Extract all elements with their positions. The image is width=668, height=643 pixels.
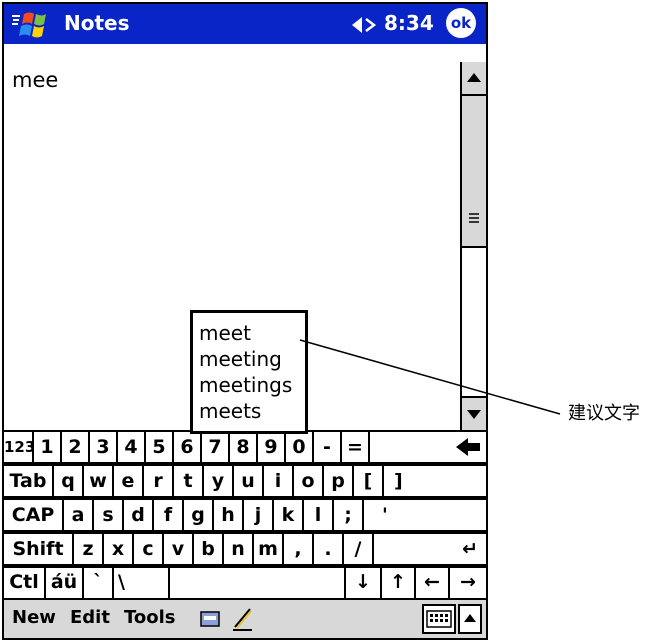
key-international[interactable]: áü (46, 568, 84, 598)
clock[interactable]: 8:34 (384, 10, 434, 36)
key-a[interactable]: a (64, 500, 94, 532)
key-equals[interactable]: = (342, 432, 370, 464)
key-semicolon[interactable]: ; (334, 500, 364, 532)
input-selector-arrow-icon[interactable] (458, 604, 482, 634)
key-d[interactable]: d (124, 500, 154, 532)
key-p[interactable]: p (324, 466, 354, 498)
pen-icon[interactable] (230, 606, 254, 632)
backspace-key[interactable] (370, 432, 486, 464)
keyboard-row-bottom: Ctl áü ` \ ↓ ↑ ← → (4, 566, 486, 598)
key-q[interactable]: q (54, 466, 84, 498)
speaker-icon[interactable] (350, 13, 380, 37)
keyboard-glyph-icon (426, 610, 452, 628)
vertical-scrollbar[interactable] (460, 62, 486, 430)
word-suggestion-list: meet meeting meetings meets (190, 310, 308, 434)
scroll-thumb[interactable] (462, 96, 486, 248)
note-text: mee (12, 68, 59, 92)
key-i[interactable]: i (264, 466, 294, 498)
key-backtick[interactable]: ` (84, 568, 114, 598)
soft-keyboard: 123 1 2 3 4 5 6 7 8 9 0 - = Tab q w e r (4, 430, 486, 598)
key-3[interactable]: 3 (90, 432, 118, 464)
key-b[interactable]: b (194, 534, 224, 566)
windows-flag-icon[interactable] (10, 8, 58, 42)
key-j[interactable]: j (244, 500, 274, 532)
pocket-pc-screen: Notes 8:34 ok mee meet meeting meetings … (2, 2, 488, 640)
key-2[interactable]: 2 (62, 432, 90, 464)
menu-edit[interactable]: Edit (70, 606, 110, 630)
arrow-down-icon (467, 410, 481, 419)
menu-bar: New Edit Tools (4, 598, 486, 638)
suggestion-item[interactable]: meeting (199, 347, 282, 371)
key-y[interactable]: y (204, 466, 234, 498)
key-s[interactable]: s (94, 500, 124, 532)
key-e[interactable]: e (114, 466, 144, 498)
scroll-up-button[interactable] (462, 62, 486, 96)
key-123[interactable]: 123 (4, 432, 34, 464)
key-l[interactable]: l (304, 500, 334, 532)
key-comma[interactable]: , (284, 534, 314, 566)
backspace-icon (456, 438, 480, 456)
keyboard-icon[interactable] (422, 604, 456, 634)
key-t[interactable]: t (174, 466, 204, 498)
key-enter[interactable]: ↵ (374, 534, 486, 566)
key-v[interactable]: v (164, 534, 194, 566)
key-g[interactable]: g (184, 500, 214, 532)
key-f[interactable]: f (154, 500, 184, 532)
app-title: Notes (64, 11, 130, 35)
key-n[interactable]: n (224, 534, 254, 566)
key-right[interactable]: → (450, 568, 486, 598)
key-h[interactable]: h (214, 500, 244, 532)
callout-label: 建议文字 (568, 403, 640, 424)
key-5[interactable]: 5 (146, 432, 174, 464)
key-shift[interactable]: Shift (4, 534, 74, 566)
key-right-bracket[interactable]: ] (384, 466, 486, 498)
key-9[interactable]: 9 (258, 432, 286, 464)
key-space[interactable] (170, 568, 346, 598)
key-slash[interactable]: / (344, 534, 374, 566)
key-o[interactable]: o (294, 466, 324, 498)
keyboard-row-shift: Shift z x c v b n m , . / ↵ (4, 532, 486, 566)
key-u[interactable]: u (234, 466, 264, 498)
menu-new[interactable]: New (12, 606, 56, 630)
key-w[interactable]: w (84, 466, 114, 498)
key-tab[interactable]: Tab (4, 466, 54, 498)
keyboard-row-numbers: 123 1 2 3 4 5 6 7 8 9 0 - = (4, 430, 486, 464)
suggestion-item[interactable]: meets (199, 399, 261, 423)
keyboard-row-home: CAP a s d f g h j k l ; ' (4, 498, 486, 532)
ok-button[interactable]: ok (446, 8, 476, 38)
key-r[interactable]: r (144, 466, 174, 498)
key-apostrophe[interactable]: ' (364, 500, 486, 532)
key-c[interactable]: c (134, 534, 164, 566)
key-0[interactable]: 0 (286, 432, 314, 464)
arrow-up-icon (467, 73, 481, 82)
key-minus[interactable]: - (314, 432, 342, 464)
suggestion-item[interactable]: meet (199, 321, 251, 345)
key-1[interactable]: 1 (34, 432, 62, 464)
menu-tools[interactable]: Tools (124, 606, 176, 630)
suggestion-item[interactable]: meetings (199, 373, 292, 397)
key-x[interactable]: x (104, 534, 134, 566)
title-bar: Notes 8:34 ok (4, 4, 486, 44)
key-ctl[interactable]: Ctl (4, 568, 46, 598)
key-z[interactable]: z (74, 534, 104, 566)
arrow-up-icon (464, 614, 476, 622)
key-caps[interactable]: CAP (4, 500, 64, 532)
key-8[interactable]: 8 (230, 432, 258, 464)
key-up[interactable]: ↑ (382, 568, 416, 598)
key-backslash[interactable]: \ (114, 568, 170, 598)
grip-icon (469, 213, 479, 223)
key-4[interactable]: 4 (118, 432, 146, 464)
key-left[interactable]: ← (416, 568, 450, 598)
key-k[interactable]: k (274, 500, 304, 532)
key-6[interactable]: 6 (174, 432, 202, 464)
key-left-bracket[interactable]: [ (354, 466, 384, 498)
key-down[interactable]: ↓ (346, 568, 382, 598)
key-period[interactable]: . (314, 534, 344, 566)
scroll-down-button[interactable] (462, 396, 486, 430)
keyboard-row-qwerty: Tab q w e r t y u i o p [ ] (4, 464, 486, 498)
record-icon[interactable] (200, 611, 220, 627)
key-m[interactable]: m (254, 534, 284, 566)
key-7[interactable]: 7 (202, 432, 230, 464)
